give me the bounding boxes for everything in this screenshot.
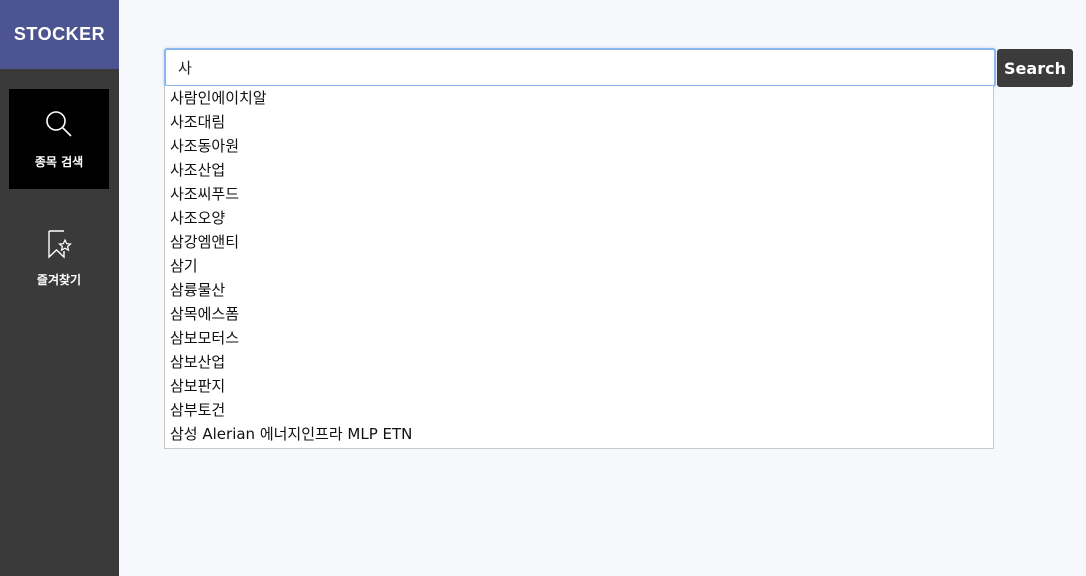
suggestion-item[interactable]: 삼성 Alerian 에너지인프라 MLP ETN [170,422,980,446]
search-input[interactable] [164,48,996,87]
nav-item-stock-search[interactable]: 종목 검색 [9,89,109,189]
suggestion-item[interactable]: 삼기 [170,254,980,278]
sidebar: STOCKER 종목 검색 즐겨찾기 [0,0,119,576]
suggestion-item[interactable]: 삼보산업 [170,350,980,374]
suggestion-item[interactable]: 사조산업 [170,158,980,182]
suggestion-item[interactable]: 사조대림 [170,110,980,134]
nav-item-favorites[interactable]: 즐겨찾기 [9,209,109,309]
suggestion-item[interactable]: 사람인에이치알 [170,86,980,110]
suggestion-item[interactable]: 사조동아원 [170,134,980,158]
suggestion-item[interactable]: 사조씨푸드 [170,182,980,206]
search-icon [46,111,72,137]
suggestion-item[interactable]: 삼륭물산 [170,278,980,302]
autocomplete-dropdown: 사람인에이치알 사조대림 사조동아원 사조산업 사조씨푸드 사조오양 삼강엠앤티… [164,86,994,449]
suggestion-item[interactable]: 삼목에스폼 [170,302,980,326]
suggestion-item[interactable]: 삼부토건 [170,398,980,422]
suggestion-item[interactable]: 사조오양 [170,206,980,230]
nav-item-label: 종목 검색 [34,155,84,169]
suggestion-item[interactable]: 삼보판지 [170,374,980,398]
search-button[interactable]: Search [997,49,1073,87]
brand-logo[interactable]: STOCKER [0,0,119,69]
nav-item-label: 즐겨찾기 [36,273,82,287]
suggestion-item[interactable]: 삼강엠앤티 [170,230,980,254]
bookmark-star-icon [48,230,72,259]
suggestion-item[interactable]: 삼보모터스 [170,326,980,350]
